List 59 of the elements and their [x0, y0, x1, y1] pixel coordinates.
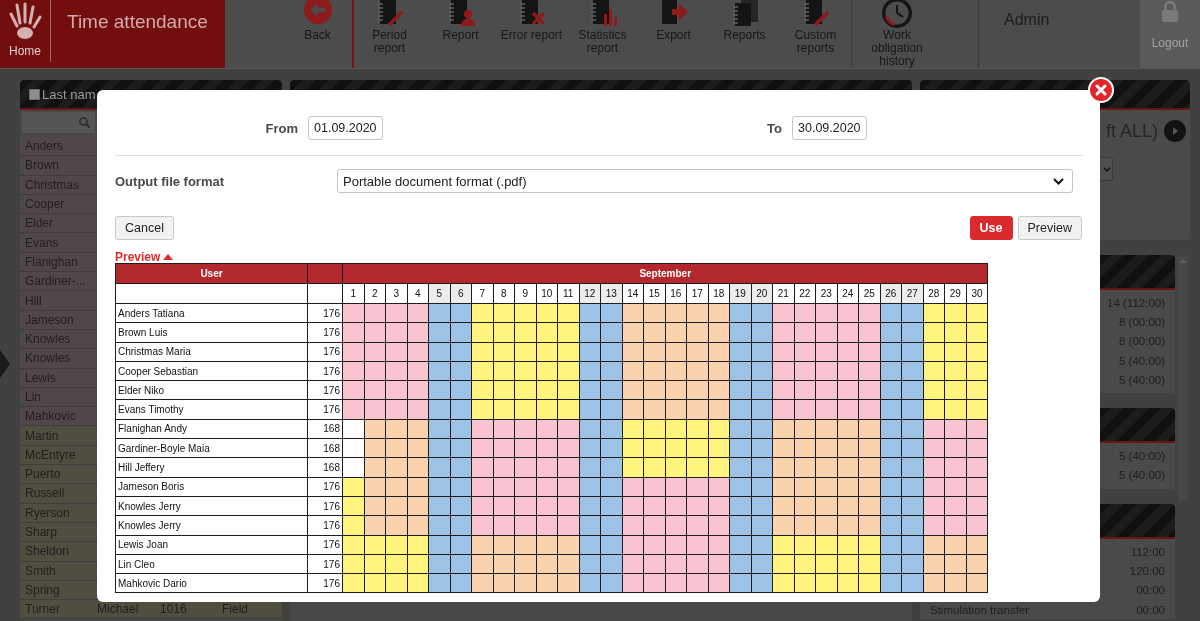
table-cell: Evans Timothy [115, 400, 308, 420]
table-cell: Knowles Jerry [115, 496, 308, 516]
column-header[interactable]: Last nam [42, 86, 96, 102]
format-select[interactable]: Portable document format (.pdf) [337, 169, 1073, 193]
button[interactable]: Cancel [115, 216, 174, 240]
table-cell: Anders Tatiana [115, 303, 308, 323]
table-cell: 176 [307, 573, 343, 593]
search-icon [79, 117, 90, 128]
chevron-icon [1053, 177, 1064, 185]
table-cell: 176 [307, 322, 343, 343]
button[interactable]: Use [969, 216, 1013, 240]
table-cell: 176 [307, 554, 343, 574]
triangle-icon[interactable] [0, 350, 10, 378]
table-cell: 176 [307, 477, 343, 497]
field-label: To [767, 120, 782, 136]
lock-icon [1161, 0, 1179, 22]
table-cell: Hill Jeffery [115, 457, 308, 478]
hand-icon [8, 2, 42, 40]
table-cell: 176 [307, 342, 343, 362]
table-cell: 176 [307, 303, 343, 323]
column-header: September [342, 263, 988, 284]
table-cell: 168 [307, 438, 343, 458]
logout-button[interactable]: Logout [1140, 0, 1200, 68]
home-button[interactable]: Home [0, 0, 51, 62]
column-header: User [115, 263, 308, 284]
table-cell: Mahkovic Dario [115, 573, 308, 593]
table-cell: Flanighan Andy [115, 419, 308, 439]
table-cell: Jameson Boris [115, 477, 308, 497]
play-icon[interactable] [1164, 119, 1186, 142]
table-cell: 168 [307, 419, 343, 439]
table-cell: 176 [307, 361, 343, 381]
table-cell: 176 [307, 515, 343, 536]
date-field[interactable]: 01.09.2020 [308, 116, 383, 140]
app-title: Time attendance [67, 12, 208, 32]
table-cell: Elder Niko [115, 380, 308, 400]
preview-toggle[interactable]: Preview [115, 250, 174, 264]
dropdown[interactable] [1101, 157, 1113, 181]
table-cell: Knowles Jerry [115, 515, 308, 536]
search-field[interactable] [22, 112, 95, 133]
document-arrow-icon [659, 0, 688, 24]
table-cell: Gardiner-Boyle Maia [115, 438, 308, 458]
field-label: From [265, 120, 298, 136]
table-cell: 176 [307, 380, 343, 400]
table-cell: 176 [307, 496, 343, 516]
table-cell: 168 [307, 457, 343, 478]
table-cell: 176 [307, 535, 343, 555]
chevron-icon [1102, 166, 1111, 172]
table-cell: Lewis Joan [115, 535, 308, 555]
table-cell: Lin Cleo [115, 554, 308, 574]
table-cell: Christmas Maria [115, 342, 308, 362]
scrollbar[interactable] [1178, 255, 1188, 500]
checkbox[interactable] [29, 88, 40, 100]
table-cell: Brown Luis [115, 322, 308, 343]
close-icon[interactable] [1088, 77, 1114, 103]
button[interactable]: Preview [1017, 216, 1082, 240]
date-field[interactable]: 30.09.2020 [792, 116, 867, 140]
field-label: Output file format [115, 174, 225, 189]
table-cell: 176 [307, 400, 343, 420]
table-cell: Cooper Sebastian [115, 361, 308, 381]
